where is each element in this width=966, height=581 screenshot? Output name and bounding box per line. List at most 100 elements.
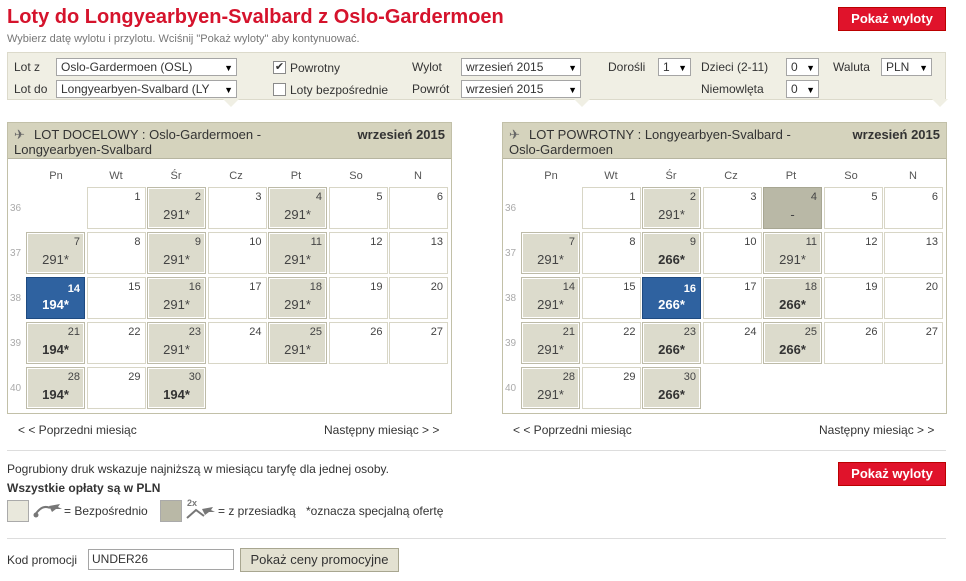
promo-code-input[interactable]: UNDER26 xyxy=(88,549,234,570)
calendar-day[interactable]: 25 266* xyxy=(763,322,822,364)
day-number: 10 xyxy=(744,236,757,248)
show-flights-button-top[interactable]: Pokaż wyloty xyxy=(838,7,946,31)
calendar-day[interactable]: 2 291* xyxy=(642,187,701,229)
calendar-day[interactable]: 9 291* xyxy=(147,232,206,274)
outbound-calendar: ✈ LOT DOCELOWY : Oslo-Gardermoen - Longy… xyxy=(7,122,452,414)
dayname-1: Wt xyxy=(604,170,618,182)
return-month-select[interactable]: wrzesień 2015 ▼ xyxy=(461,80,581,98)
calendar-day[interactable]: 21 194* xyxy=(26,322,85,364)
outbound-next-month-link[interactable]: Następny miesiąc > > xyxy=(324,423,439,437)
day-number: 6 xyxy=(931,191,938,203)
calendar-day[interactable]: 18 291* xyxy=(268,277,327,319)
chevron-down-icon: ▼ xyxy=(919,63,928,73)
inbound-next-month-link[interactable]: Następny miesiąc > > xyxy=(819,423,934,437)
inbound-prev-month-link[interactable]: < < Poprzedni miesiąc xyxy=(513,423,632,437)
calendar-day[interactable]: 28 291* xyxy=(521,367,580,409)
calendar-day: 19 xyxy=(823,277,883,319)
chevron-down-icon: ▼ xyxy=(806,85,815,95)
currency-select[interactable]: PLN ▼ xyxy=(881,58,932,76)
stopover-legend: = z przesiadką xyxy=(218,504,296,518)
day-number: 2 xyxy=(689,191,696,203)
day-number: 26 xyxy=(865,326,878,338)
calendar-day: 4- xyxy=(763,187,822,229)
calendar-day[interactable]: 7 291* xyxy=(26,232,85,274)
fare-price: 291* xyxy=(537,387,564,402)
day-number: 16 xyxy=(188,281,201,293)
calendar-day: 12 xyxy=(823,232,883,274)
calendar-day: 27 xyxy=(389,322,448,364)
calendar-day: 22 xyxy=(86,322,146,364)
day-number: 19 xyxy=(865,281,878,293)
dayname-1: Wt xyxy=(109,170,123,182)
day-number: 3 xyxy=(750,191,757,203)
outbound-header: ✈ LOT DOCELOWY : Oslo-Gardermoen - Longy… xyxy=(8,123,451,159)
from-label: Lot z xyxy=(14,60,41,74)
calendar-day[interactable]: 30 194* xyxy=(147,367,206,409)
calendar-day[interactable]: 4 291* xyxy=(268,187,327,229)
day-number: 20 xyxy=(925,281,938,293)
direct-checkbox[interactable] xyxy=(273,83,286,96)
page-title: Loty do Longyearbyen-Svalbard z Oslo-Gar… xyxy=(7,6,504,28)
calendar-day: 8 xyxy=(581,232,641,274)
day-number: 9 xyxy=(194,236,201,248)
day-number: 28 xyxy=(562,371,575,383)
calendar-day: 10 xyxy=(207,232,267,274)
calendar-day[interactable]: 16 266* xyxy=(642,277,701,319)
form-notch xyxy=(223,99,239,107)
direct-legend: = Bezpośrednio xyxy=(64,504,148,518)
calendar-day[interactable]: 18 266* xyxy=(763,277,822,319)
show-promo-prices-button[interactable]: Pokaż ceny promocyjne xyxy=(240,548,399,572)
calendar-day[interactable]: 16 291* xyxy=(147,277,206,319)
chevron-down-icon: ▼ xyxy=(224,85,233,95)
calendar-day[interactable]: 9 266* xyxy=(642,232,701,274)
calendar-day[interactable]: 7 291* xyxy=(521,232,580,274)
calendar-day[interactable]: 30 266* xyxy=(642,367,701,409)
return-label: Powrotny xyxy=(290,61,341,75)
from-select[interactable]: Oslo-Gardermoen (OSL) ▼ xyxy=(56,58,237,76)
week-number: 40 xyxy=(10,383,22,394)
calendar-day[interactable]: 28 194* xyxy=(26,367,85,409)
day-number: 27 xyxy=(925,326,938,338)
calendar-day[interactable]: 25 291* xyxy=(268,322,327,364)
calendar-day: 17 xyxy=(207,277,267,319)
calendar-day[interactable]: 23 266* xyxy=(642,322,701,364)
dayname-5: So xyxy=(349,170,363,182)
to-select[interactable]: Longyearbyen-Svalbard (LY ▼ xyxy=(56,80,237,98)
calendar-day[interactable]: 14 291* xyxy=(521,277,580,319)
calendar-day: 6 xyxy=(884,187,943,229)
adults-select[interactable]: 1 ▼ xyxy=(658,58,691,76)
fare-price: 291* xyxy=(163,342,190,357)
day-number: 30 xyxy=(683,371,696,383)
to-label: Lot do xyxy=(14,82,48,96)
week-number: 39 xyxy=(10,338,22,349)
calendar-day: 8 xyxy=(86,232,146,274)
calendar-day: 15 xyxy=(86,277,146,319)
fare-price: 266* xyxy=(658,342,685,357)
infants-select[interactable]: 0 ▼ xyxy=(786,80,819,98)
day-number: 8 xyxy=(629,236,636,248)
return-checkbox[interactable]: ✔ xyxy=(273,61,286,74)
week-number: 38 xyxy=(10,293,22,304)
dayname-2: Śr xyxy=(665,170,677,182)
calendar-day[interactable]: 11 291* xyxy=(763,232,822,274)
depart-month-select[interactable]: wrzesień 2015 ▼ xyxy=(461,58,581,76)
calendar-day[interactable]: 14 194* xyxy=(26,277,85,319)
calendar-day[interactable]: 11 291* xyxy=(268,232,327,274)
day-number: 6 xyxy=(436,191,443,203)
week-number: 36 xyxy=(10,203,22,214)
calendar-day[interactable]: 21 291* xyxy=(521,322,580,364)
children-select[interactable]: 0 ▼ xyxy=(786,58,819,76)
dayname-4: Pt xyxy=(290,170,302,182)
fare-price: 291* xyxy=(284,207,311,222)
dayname-2: Śr xyxy=(170,170,182,182)
calendar-day: 5 xyxy=(328,187,388,229)
calendar-day: 29 xyxy=(581,367,641,409)
depart-label: Wylot xyxy=(412,60,442,74)
show-flights-button-bottom[interactable]: Pokaż wyloty xyxy=(838,462,946,486)
calendar-day: 5 xyxy=(823,187,883,229)
outbound-prev-month-link[interactable]: < < Poprzedni miesiąc xyxy=(18,423,137,437)
day-number: 19 xyxy=(370,281,383,293)
calendar-day[interactable]: 23 291* xyxy=(147,322,206,364)
calendar-day[interactable]: 2 291* xyxy=(147,187,206,229)
calendar-day: 12 xyxy=(328,232,388,274)
